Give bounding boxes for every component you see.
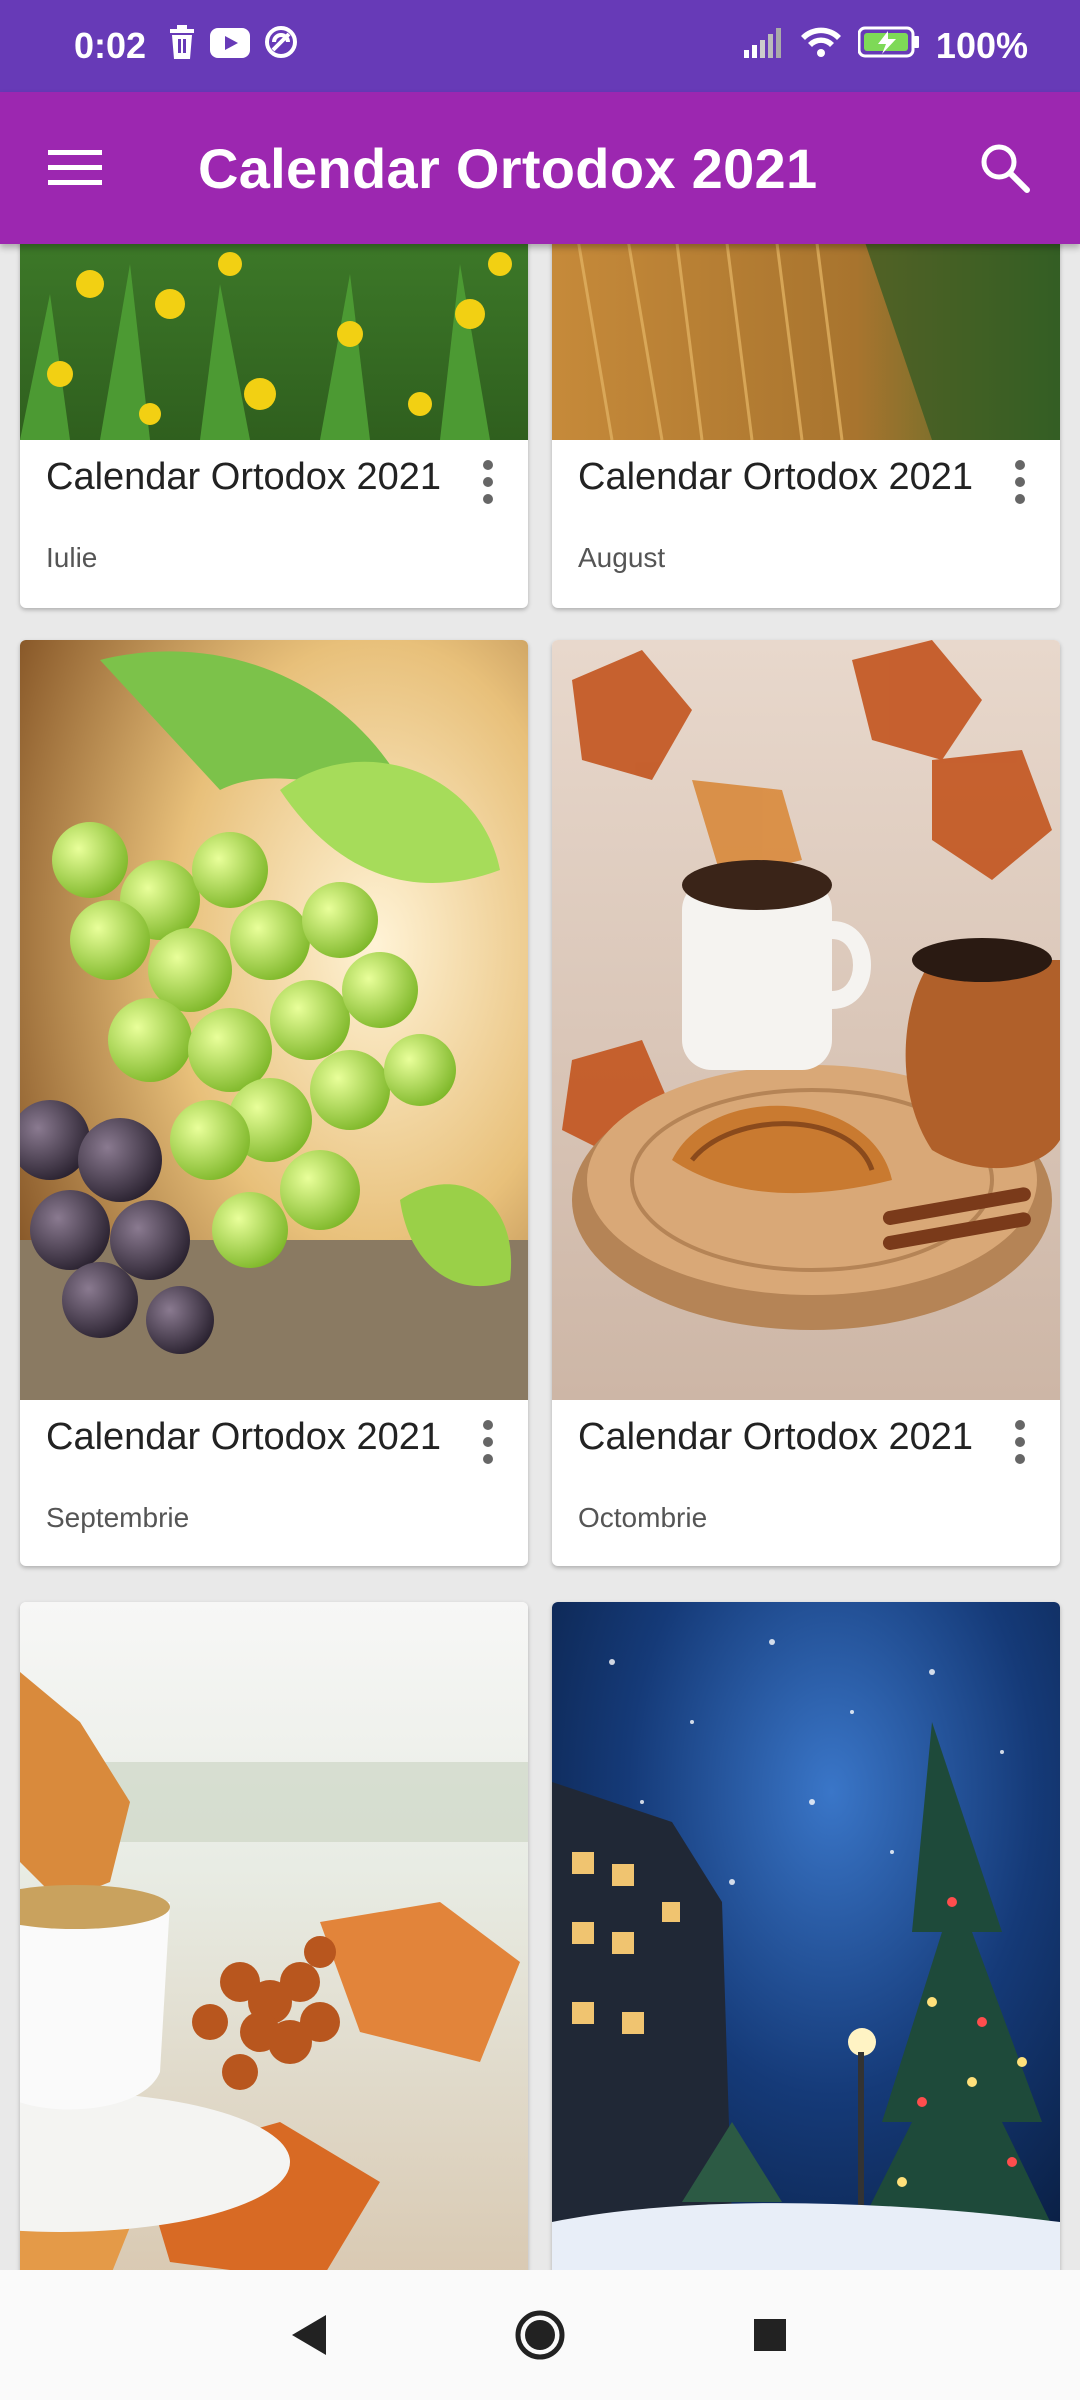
status-time: 0:02 xyxy=(74,25,147,66)
home-button[interactable] xyxy=(500,2295,580,2375)
card-image xyxy=(552,244,1060,440)
battery-charging-icon xyxy=(857,25,920,67)
page-title: Calendar Ortodox 2021 xyxy=(198,136,818,200)
menu-button[interactable] xyxy=(0,92,150,244)
calendar-card[interactable]: Calendar Ortodox 2021 Iulie xyxy=(20,244,528,608)
card-title: Calendar Ortodox 2021 xyxy=(46,456,442,498)
card-image xyxy=(552,1602,1060,2270)
card-more-button[interactable] xyxy=(468,1412,508,1472)
home-circle-icon xyxy=(515,2310,565,2360)
card-title: Calendar Ortodox 2021 xyxy=(578,456,974,498)
signal-icon xyxy=(743,25,784,67)
search-button[interactable] xyxy=(930,92,1080,244)
card-title: Calendar Ortodox 2021 xyxy=(578,1416,974,1458)
card-image xyxy=(20,1602,528,2270)
card-title: Calendar Ortodox 2021 xyxy=(46,1416,442,1458)
search-icon xyxy=(981,144,1030,193)
card-subtitle: August xyxy=(578,542,666,573)
recents-square-icon xyxy=(754,2319,786,2351)
card-more-button[interactable] xyxy=(1000,452,1040,512)
hamburger-menu-icon xyxy=(48,150,102,185)
youtube-icon xyxy=(210,25,251,67)
card-subtitle: Octombrie xyxy=(578,1502,708,1533)
card-image xyxy=(20,640,528,1400)
calendar-card[interactable] xyxy=(20,1602,528,2270)
card-image xyxy=(20,244,528,440)
back-triangle-icon xyxy=(292,2315,326,2355)
card-image xyxy=(552,640,1060,1400)
system-nav-bar xyxy=(0,2270,1080,2400)
calendar-card[interactable]: Calendar Ortodox 2021 Septembrie xyxy=(20,640,528,1566)
card-subtitle: Iulie xyxy=(46,542,98,573)
back-button[interactable] xyxy=(270,2295,350,2375)
card-more-button[interactable] xyxy=(1000,1412,1040,1472)
wifi-icon xyxy=(800,25,842,67)
card-subtitle: Septembrie xyxy=(46,1502,190,1533)
trash-icon xyxy=(168,24,196,68)
card-more-button[interactable] xyxy=(468,452,508,512)
status-bar: 0:02 100% xyxy=(0,0,1080,92)
calendar-card[interactable] xyxy=(552,1602,1060,2270)
app-bar: Calendar Ortodox 2021 xyxy=(0,92,1080,244)
sync-icon xyxy=(264,25,298,68)
calendar-card[interactable]: Calendar Ortodox 2021 August xyxy=(552,244,1060,608)
calendar-card[interactable]: Calendar Ortodox 2021 Octombrie xyxy=(552,640,1060,1566)
recents-button[interactable] xyxy=(730,2295,810,2375)
wallpaper-grid: Calendar Ortodox 2021 Iulie Calendar Ort… xyxy=(0,244,1080,2270)
battery-percent: 100% xyxy=(935,25,1028,66)
